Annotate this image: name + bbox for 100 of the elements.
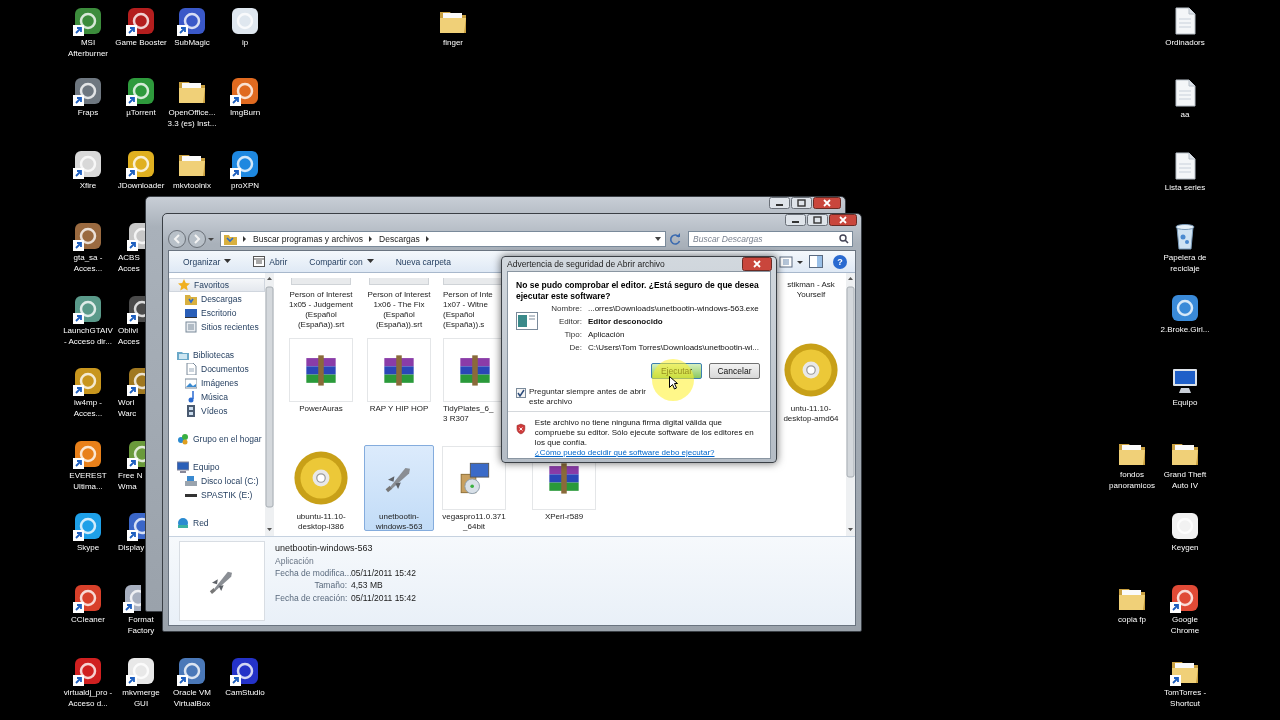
dialog-button[interactable]: Cancelar — [709, 363, 760, 379]
search-field[interactable]: Buscar Descargas — [688, 231, 853, 248]
app-icon[interactable] — [72, 438, 104, 470]
icon-label[interactable]: Grand Theft Auto IV — [1159, 470, 1211, 491]
app-icon[interactable] — [125, 655, 157, 687]
icon-label[interactable]: JDownloader — [115, 181, 167, 192]
icon-label[interactable]: Keygen — [1159, 543, 1211, 554]
app-icon[interactable] — [1169, 510, 1201, 542]
icon-label[interactable]: Oracle VM VirtualBox — [166, 688, 218, 709]
close-button[interactable] — [829, 214, 857, 226]
tree-item[interactable]: Disco local (C:) — [169, 474, 265, 488]
minimize-button[interactable] — [785, 214, 806, 226]
app-icon[interactable] — [72, 582, 104, 614]
app-icon[interactable] — [229, 148, 261, 180]
breadcrumb-link[interactable]: Buscar programas y archivos — [253, 234, 364, 245]
app-icon[interactable] — [125, 5, 157, 37]
address-bar[interactable]: Buscar programas y archivos Descargas — [220, 231, 666, 248]
back-button[interactable] — [168, 230, 186, 249]
tree-item[interactable]: Bibliotecas — [169, 348, 265, 362]
icon-label[interactable]: Oblivi Acces — [118, 326, 147, 347]
file-item[interactable]: unetbootin-windows-563 — [364, 445, 434, 531]
icon-label[interactable]: OpenOffice... 3.3 (es) Inst... — [166, 108, 218, 129]
tree-item[interactable]: Documentos — [169, 362, 265, 376]
icon-label[interactable]: Papelera de reciclaje — [1159, 253, 1211, 274]
app-icon[interactable] — [72, 365, 104, 397]
icon-label[interactable]: EVEREST Ultima... — [62, 471, 114, 492]
icon-label[interactable]: SubMagic — [166, 38, 218, 49]
icon-label[interactable]: Google Chrome — [1159, 615, 1211, 636]
icon-label[interactable]: TomTorres - Shortcut — [1159, 688, 1211, 709]
app-icon[interactable] — [125, 148, 157, 180]
help-link[interactable]: ¿Cómo puedo decidir qué software debo ejecutar? — [534, 448, 762, 458]
tree-item[interactable]: Descargas — [169, 292, 265, 306]
app-icon[interactable] — [176, 655, 208, 687]
app-icon[interactable] — [126, 220, 145, 252]
icon-label[interactable]: Format Factory — [123, 615, 159, 636]
app-icon[interactable] — [229, 5, 261, 37]
icon-label[interactable]: Xfire — [62, 181, 114, 192]
icon-label[interactable]: mkvtoolnix — [166, 181, 218, 192]
help-button[interactable]: ? — [833, 254, 847, 269]
close-button[interactable] — [742, 257, 772, 271]
app-icon[interactable] — [72, 5, 104, 37]
preview-pane-icon[interactable] — [809, 255, 823, 268]
icon-label[interactable]: CCleaner — [62, 615, 114, 626]
checkbox[interactable] — [516, 388, 526, 398]
search-icon[interactable] — [839, 234, 849, 245]
maximize-button[interactable] — [791, 197, 812, 209]
tree-item[interactable]: Equipo — [169, 460, 265, 474]
scrollbar[interactable] — [846, 273, 855, 536]
file-item[interactable]: Person of Interest 1x05 - Judgement (Español (España)).srt — [286, 277, 356, 331]
chevron-icon[interactable] — [368, 235, 375, 244]
app-icon[interactable] — [72, 293, 104, 325]
app-icon[interactable] — [1169, 292, 1201, 324]
icon-label[interactable]: proXPN — [219, 181, 271, 192]
chevron-icon[interactable] — [242, 235, 248, 244]
chevron-icon[interactable] — [424, 235, 431, 244]
icon-label[interactable]: µTorrent — [115, 108, 167, 119]
app-icon[interactable] — [126, 365, 145, 397]
icon-label[interactable]: finger — [427, 38, 479, 49]
icon-label[interactable]: ACBS Acces — [118, 253, 147, 274]
icon-label[interactable]: 2.Broke.Girl... — [1159, 325, 1211, 336]
app-icon[interactable] — [126, 510, 145, 542]
icon-label[interactable]: aa — [1159, 110, 1211, 121]
app-icon[interactable] — [72, 75, 104, 107]
tree-item[interactable]: Grupo en el hogar — [169, 432, 265, 446]
app-icon[interactable] — [122, 582, 141, 614]
app-icon[interactable] — [72, 148, 104, 180]
tree-item[interactable]: Escritorio — [169, 306, 265, 320]
app-icon[interactable] — [72, 510, 104, 542]
icon-label[interactable]: gta_sa - Acces... — [62, 253, 114, 274]
minimize-button[interactable] — [769, 197, 790, 209]
checkbox-label[interactable]: Preguntar siempre antes de abrir este archivo — [529, 387, 659, 406]
icon-label[interactable]: Free N Wma — [118, 471, 147, 492]
app-icon[interactable] — [126, 438, 145, 470]
icon-label[interactable]: ip — [219, 38, 271, 49]
icon-label[interactable]: Worl Warc — [118, 398, 147, 419]
app-icon[interactable] — [229, 75, 261, 107]
app-icon[interactable] — [125, 75, 157, 107]
file-item[interactable]: untu-11.10-desktop-amd64 — [777, 337, 845, 439]
app-icon[interactable] — [126, 293, 145, 325]
breadcrumb-link[interactable]: Descargas — [379, 234, 420, 245]
toolbar-button[interactable]: Abrir — [247, 254, 294, 269]
file-item[interactable]: stikman - Ask Yourself — [777, 277, 845, 331]
toolbar-button[interactable]: Organizar — [177, 254, 238, 269]
icon-label[interactable]: ImgBurn — [219, 108, 271, 119]
icon-label[interactable]: CamStudio — [219, 688, 271, 699]
tree-item[interactable]: Música — [169, 390, 265, 404]
forward-button[interactable] — [188, 230, 206, 249]
icon-label[interactable]: iw4mp - Acces... — [62, 398, 114, 419]
maximize-button[interactable] — [807, 214, 828, 226]
tree-item[interactable]: Red — [169, 516, 265, 530]
app-icon[interactable] — [72, 220, 104, 252]
icon-label[interactable]: Display — [118, 543, 147, 554]
app-icon[interactable] — [72, 655, 104, 687]
icon-label[interactable]: mkvmerge GUI — [115, 688, 167, 709]
refresh-icon[interactable] — [668, 232, 682, 247]
toolbar-button[interactable]: Nueva carpeta — [389, 254, 457, 269]
app-icon[interactable] — [176, 5, 208, 37]
icon-label[interactable]: Ordinadors — [1159, 38, 1211, 49]
tree-item[interactable]: SPASTIK (E:) — [169, 488, 265, 502]
icon-label[interactable]: Fraps — [62, 108, 114, 119]
